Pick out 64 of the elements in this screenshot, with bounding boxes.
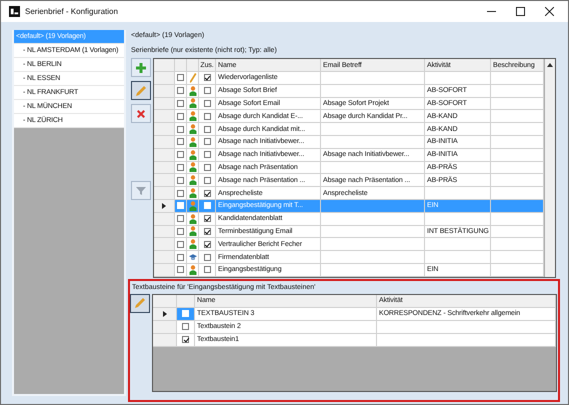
person-icon	[188, 86, 196, 96]
checkbox[interactable]	[204, 254, 210, 261]
checkbox[interactable]	[177, 228, 184, 235]
checkbox[interactable]	[177, 190, 184, 197]
checkbox[interactable]	[177, 126, 184, 133]
delete-icon	[136, 108, 146, 118]
checkbox[interactable]	[177, 164, 184, 171]
checkbox[interactable]	[204, 240, 210, 248]
checkbox[interactable]	[177, 266, 184, 274]
filter-icon	[136, 186, 146, 196]
person-icon	[188, 98, 196, 108]
checkbox[interactable]	[204, 164, 210, 171]
checkbox[interactable]	[177, 138, 184, 146]
checkbox[interactable]	[177, 151, 184, 158]
close-icon[interactable]	[545, 7, 554, 16]
checkbox[interactable]	[177, 74, 184, 82]
person-icon	[188, 111, 196, 122]
person-icon	[188, 150, 196, 160]
person-icon	[188, 264, 196, 275]
checkbox[interactable]	[182, 336, 189, 344]
checkbox[interactable]	[204, 151, 210, 158]
checkbox[interactable]	[204, 266, 210, 274]
person-icon	[188, 136, 196, 147]
person-icon	[188, 124, 196, 134]
checkbox[interactable]	[204, 74, 210, 82]
row-marker-icon	[162, 202, 166, 209]
row-marker-icon	[162, 310, 166, 317]
person-icon	[188, 226, 196, 236]
pencil-icon	[135, 298, 145, 308]
app-icon	[9, 6, 20, 17]
window-title: Serienbrief - Konfiguration	[25, 7, 118, 16]
checkbox[interactable]	[177, 240, 184, 248]
checkbox[interactable]	[177, 112, 184, 120]
person-icon	[188, 162, 196, 172]
scrollbar[interactable]	[545, 59, 555, 277]
checkbox[interactable]	[204, 138, 210, 146]
checkbox[interactable]	[177, 215, 184, 222]
checkbox[interactable]	[177, 87, 184, 94]
checkbox[interactable]	[204, 215, 210, 222]
person-icon	[188, 175, 196, 186]
hat-icon	[188, 252, 196, 262]
person-icon	[188, 200, 196, 211]
edit-button[interactable]	[131, 81, 151, 100]
maximize-icon[interactable]	[516, 7, 525, 16]
pencil-icon	[188, 72, 196, 83]
person-icon	[188, 188, 196, 198]
checkbox[interactable]	[204, 190, 210, 197]
checkbox[interactable]	[177, 254, 184, 261]
checkbox[interactable]	[204, 176, 210, 184]
pencil-icon	[136, 86, 146, 96]
person-icon	[188, 214, 196, 224]
checkbox[interactable]	[182, 323, 189, 330]
delete-button[interactable]	[131, 104, 151, 123]
checkbox[interactable]	[204, 87, 210, 94]
person-icon	[188, 239, 196, 250]
scroll-up-icon[interactable]	[547, 63, 553, 67]
plus-icon	[136, 62, 146, 72]
checkbox[interactable]	[204, 100, 210, 107]
checkbox[interactable]	[177, 176, 184, 184]
checkbox[interactable]	[177, 100, 184, 107]
checkbox[interactable]	[204, 112, 210, 120]
edit-button[interactable]	[130, 294, 150, 313]
checkbox[interactable]	[204, 228, 210, 235]
checkbox[interactable]	[204, 126, 210, 133]
